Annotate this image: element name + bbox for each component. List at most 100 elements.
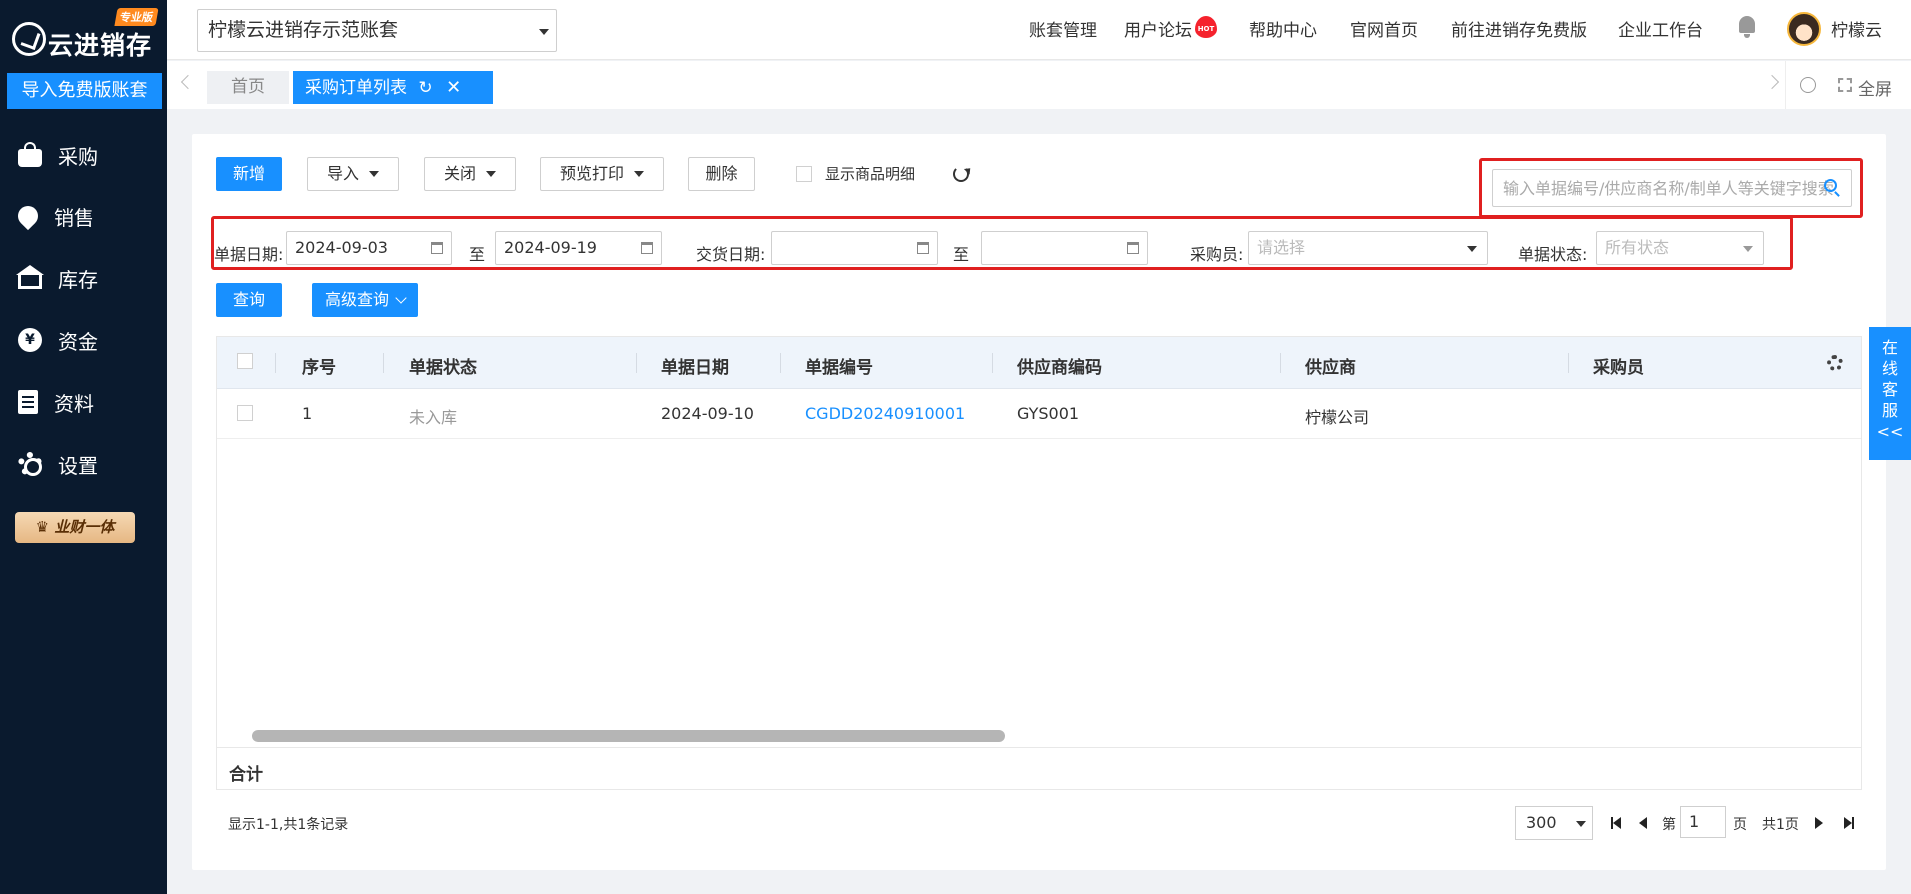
page-size-value: 300: [1526, 813, 1557, 832]
sidebar-item-label: 资料: [54, 391, 94, 416]
free-version-link[interactable]: 前往进销存免费版: [1451, 16, 1587, 41]
cell-order-number-link[interactable]: CGDD20240910001: [805, 404, 965, 423]
sidebar-item-label: 设置: [58, 453, 98, 478]
column-header-date[interactable]: 单据日期: [661, 353, 729, 378]
page-number-input[interactable]: 1: [1680, 806, 1726, 838]
chevron-left-icon[interactable]: [180, 74, 196, 90]
app-logo[interactable]: 云进销存 专业版: [12, 8, 162, 60]
cs-char: 在: [1881, 338, 1898, 357]
delivery-date-from-input[interactable]: [771, 231, 938, 265]
last-page-icon[interactable]: [1844, 817, 1852, 829]
official-site-link[interactable]: 官网首页: [1350, 16, 1418, 41]
doc-date-to-input[interactable]: 2024-09-19: [495, 231, 662, 265]
status-select[interactable]: 所有状态: [1596, 231, 1764, 265]
document-icon: [18, 390, 38, 414]
status-placeholder: 所有状态: [1605, 238, 1670, 257]
close-label: 关闭: [443, 164, 476, 183]
import-button[interactable]: 导入: [307, 157, 399, 191]
cs-collapse: <<: [1876, 422, 1904, 441]
account-select-value: 柠檬云进销存示范账套: [208, 19, 399, 41]
page-suffix: 页: [1733, 817, 1747, 833]
fullscreen-button[interactable]: 全屏: [1858, 75, 1892, 100]
account-management-link[interactable]: 账套管理: [1029, 16, 1097, 41]
avatar[interactable]: [1787, 12, 1821, 46]
import-free-account-button[interactable]: 导入免费版账套: [7, 73, 162, 109]
gear-icon: [18, 452, 42, 476]
delivery-date-label: 交货日期:: [696, 245, 766, 264]
doc-date-label: 单据日期:: [214, 245, 284, 264]
page-size-select[interactable]: 300: [1515, 806, 1593, 840]
collapse-up-icon[interactable]: [1800, 77, 1816, 93]
close-icon[interactable]: ✕: [446, 77, 461, 98]
calendar-icon: [917, 242, 929, 254]
query-button[interactable]: 查询: [216, 283, 282, 317]
buyer-placeholder: 请选择: [1257, 238, 1306, 257]
caret-down-icon: [1576, 821, 1586, 827]
help-center-link[interactable]: 帮助中心: [1249, 16, 1317, 41]
calendar-icon: [641, 242, 653, 254]
status-label: 单据状态:: [1518, 245, 1588, 264]
business-finance-promo-button[interactable]: ♛ 业财一体: [15, 512, 135, 543]
sidebar-item-sales[interactable]: 销售: [0, 196, 167, 236]
range-separator: 至: [469, 245, 486, 264]
new-button[interactable]: 新增: [216, 157, 282, 191]
doc-date-from-input[interactable]: 2024-09-03: [286, 231, 452, 265]
sidebar: 云进销存 专业版 导入免费版账套 采购 销售 库存 ¥ 资金 资料 设置 ♛ 业…: [0, 0, 167, 894]
user-forum-link[interactable]: 用户论坛: [1124, 16, 1192, 41]
promo-label: 业财一体: [54, 518, 115, 536]
sidebar-item-purchase[interactable]: 采购: [0, 135, 167, 175]
tab-home[interactable]: 首页: [207, 71, 289, 104]
horizontal-scrollbar[interactable]: [252, 730, 1005, 742]
prev-page-icon[interactable]: [1639, 817, 1647, 829]
column-divider: [636, 353, 637, 373]
delivery-date-to-input[interactable]: [981, 231, 1148, 265]
sidebar-item-label: 采购: [58, 144, 98, 169]
delete-button[interactable]: 删除: [688, 157, 755, 191]
column-header-supplier-code[interactable]: 供应商编码: [1017, 353, 1102, 378]
first-page-icon[interactable]: [1613, 817, 1621, 829]
import-label: 导入: [326, 164, 359, 183]
fullscreen-icon[interactable]: [1838, 78, 1852, 92]
logo-text: 云进销存: [48, 31, 153, 60]
sidebar-item-label: 销售: [54, 205, 94, 230]
row-checkbox[interactable]: [237, 405, 253, 421]
column-header-buyer[interactable]: 采购员: [1593, 353, 1644, 378]
sidebar-item-inventory[interactable]: 库存: [0, 258, 167, 298]
cs-char: 客: [1881, 380, 1898, 399]
search-input[interactable]: [1492, 169, 1852, 207]
refresh-icon[interactable]: [953, 166, 969, 182]
table-row[interactable]: 1 未入库 2024-09-10 CGDD20240910001 GYS001 …: [217, 389, 1861, 439]
doc-date-to-value: 2024-09-19: [504, 238, 597, 257]
search-icon[interactable]: [1824, 179, 1837, 192]
top-header: 柠檬云进销存示范账套 账套管理 用户论坛 HOT 帮助中心 官网首页 前往进销存…: [167, 0, 1911, 60]
sidebar-item-funds[interactable]: ¥ 资金: [0, 320, 167, 360]
refresh-icon[interactable]: ↻: [418, 78, 432, 98]
preview-print-button[interactable]: 预览打印: [540, 157, 664, 191]
close-order-button[interactable]: 关闭: [424, 157, 516, 191]
record-count: 显示1-1,共1条记录: [228, 817, 349, 833]
advanced-query-button[interactable]: 高级查询: [312, 283, 418, 317]
show-details-checkbox[interactable]: [796, 166, 812, 182]
table-header: 序号 单据状态 单据日期 单据编号 供应商编码 供应商 采购员: [217, 337, 1861, 389]
enterprise-workbench-link[interactable]: 企业工作台: [1618, 16, 1703, 41]
sidebar-item-data[interactable]: 资料: [0, 382, 167, 422]
sidebar-item-settings[interactable]: 设置: [0, 444, 167, 484]
column-header-supplier[interactable]: 供应商: [1305, 353, 1356, 378]
column-header-status[interactable]: 单据状态: [409, 353, 477, 378]
column-header-number[interactable]: 单据编号: [805, 353, 873, 378]
account-select[interactable]: 柠檬云进销存示范账套: [197, 9, 557, 52]
select-all-checkbox[interactable]: [237, 353, 253, 369]
online-customer-service-tab[interactable]: 在 线 客 服 <<: [1869, 327, 1911, 460]
buyer-select[interactable]: 请选择: [1248, 231, 1488, 265]
chevron-right-icon[interactable]: [1764, 74, 1780, 90]
bell-icon[interactable]: [1737, 16, 1757, 38]
cell-supplier: 柠檬公司: [1305, 408, 1370, 427]
username[interactable]: 柠檬云: [1831, 16, 1882, 41]
next-page-icon[interactable]: [1815, 817, 1823, 829]
calendar-icon: [1127, 242, 1139, 254]
caret-down-icon: [369, 171, 379, 177]
column-header-index[interactable]: 序号: [302, 353, 336, 378]
column-settings-gear-icon[interactable]: [1827, 355, 1843, 371]
tab-purchase-order-list[interactable]: 采购订单列表 ↻ ✕: [293, 71, 493, 104]
edition-badge: 专业版: [114, 8, 159, 26]
